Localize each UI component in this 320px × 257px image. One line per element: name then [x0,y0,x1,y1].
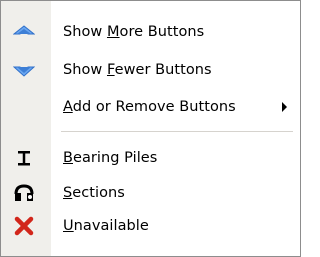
menu-item-label: Sections [63,185,125,201]
menu-item-show-fewer-buttons[interactable]: Show Fewer Buttons [1,53,300,87]
menu-item-sections[interactable]: Sections [1,176,300,210]
submenu-arrow-icon [282,102,287,112]
menu-separator [61,131,293,132]
show-fewer-icon [11,57,37,83]
menu-item-unavailable[interactable]: Unavailable [1,209,300,243]
sections-icon [11,180,37,206]
menu-item-label: Add or Remove Buttons [63,99,236,115]
menu-item-label: Show More Buttons [63,24,205,40]
menu-item-show-more-buttons[interactable]: Show More Buttons [1,15,300,49]
menu-item-label: Unavailable [63,218,149,234]
show-more-icon [11,19,37,45]
context-menu: Show More Buttons Show Fewer Buttons Add… [0,0,301,257]
menu-item-bearing-piles[interactable]: Bearing Piles [1,141,300,175]
menu-item-label: Bearing Piles [63,150,158,166]
menu-item-add-or-remove-buttons[interactable]: Add or Remove Buttons [1,90,300,124]
unavailable-icon [11,213,37,239]
menu-item-label: Show Fewer Buttons [63,62,212,78]
bearing-piles-icon [11,145,37,171]
